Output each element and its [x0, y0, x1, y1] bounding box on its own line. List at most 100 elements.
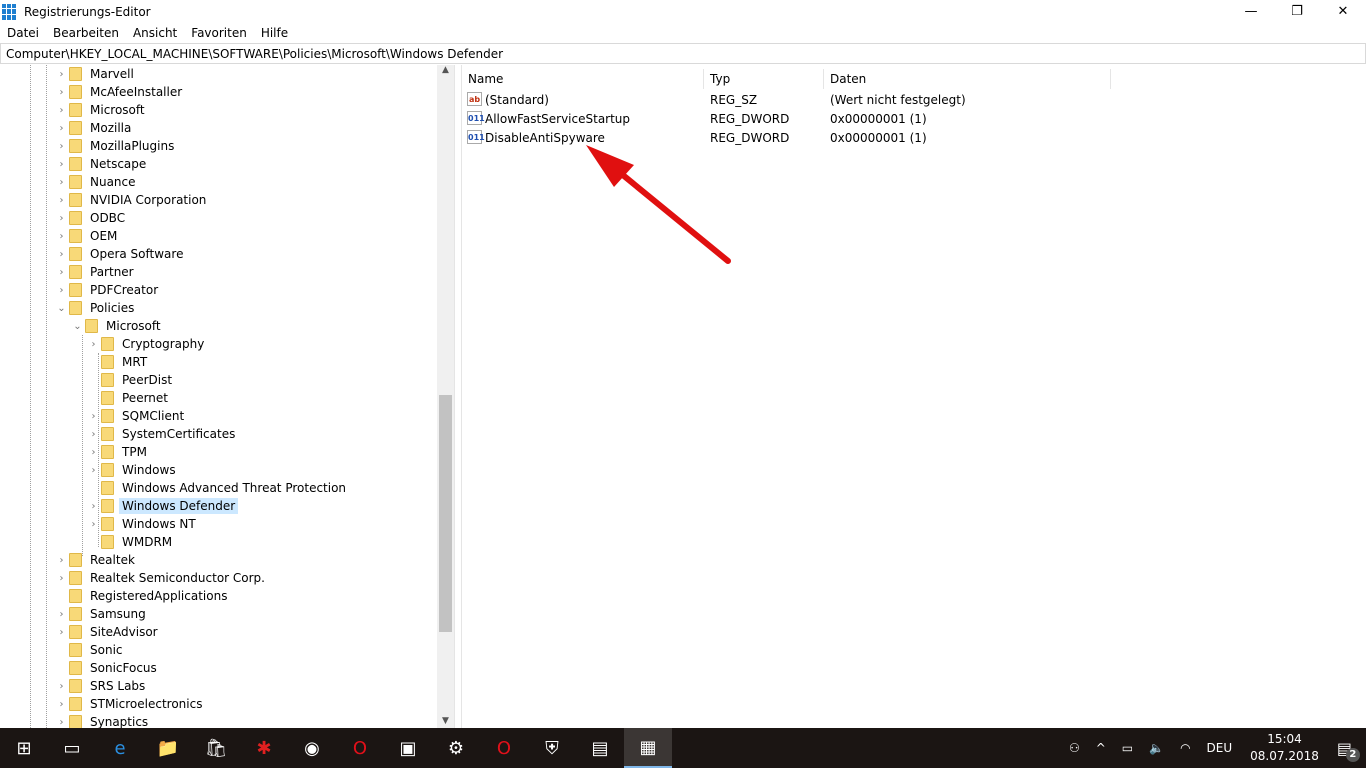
minimize-button[interactable]: —: [1228, 0, 1274, 23]
chevron-right-icon[interactable]: ›: [56, 87, 67, 98]
cmd-icon[interactable]: ▣: [384, 728, 432, 768]
chevron-right-icon[interactable]: ›: [56, 195, 67, 206]
menu-favoriten[interactable]: Favoriten: [184, 26, 254, 40]
chevron-right-icon[interactable]: ›: [88, 465, 99, 476]
scrollbar-thumb[interactable]: [439, 395, 452, 632]
address-bar[interactable]: Computer\HKEY_LOCAL_MACHINE\SOFTWARE\Pol…: [0, 43, 1366, 64]
clock[interactable]: 15:04 08.07.2018: [1250, 731, 1319, 765]
people-icon[interactable]: ⚇: [1069, 741, 1080, 755]
tree-item[interactable]: › Samsung: [56, 605, 149, 623]
chevron-right-icon[interactable]: ›: [56, 699, 67, 710]
tree-item[interactable]: › Opera Software: [56, 245, 186, 263]
close-button[interactable]: ✕: [1320, 0, 1366, 23]
chevron-right-icon[interactable]: ›: [56, 573, 67, 584]
chevron-right-icon[interactable]: ›: [56, 681, 67, 692]
tree-item[interactable]: › Windows NT: [88, 515, 199, 533]
show-hidden-icons[interactable]: ^: [1096, 741, 1106, 755]
tree-item[interactable]: › Cryptography: [88, 335, 207, 353]
opera-icon-2[interactable]: O: [480, 728, 528, 768]
menu-hilfe[interactable]: Hilfe: [254, 26, 295, 40]
tree-item[interactable]: ⌄ Microsoft: [72, 317, 164, 335]
task-view-icon[interactable]: ▭: [48, 728, 96, 768]
tree-item[interactable]: › Windows Defender: [88, 497, 239, 515]
language-indicator[interactable]: DEU: [1207, 741, 1233, 755]
tree-item[interactable]: › Netscape: [56, 155, 149, 173]
chevron-right-icon[interactable]: ›: [56, 285, 67, 296]
notes-icon[interactable]: ▤: [576, 728, 624, 768]
chevron-right-icon[interactable]: ›: [88, 429, 99, 440]
tree-item[interactable]: › McAfeeInstaller: [56, 83, 185, 101]
tree-item[interactable]: › SiteAdvisor: [56, 623, 161, 641]
chevron-right-icon[interactable]: ›: [88, 501, 99, 512]
regedit-icon[interactable]: ▦: [624, 728, 672, 768]
tree-item[interactable]: › MozillaPlugins: [56, 137, 177, 155]
tree-item[interactable]: › Partner: [56, 263, 137, 281]
maximize-button[interactable]: ❐: [1274, 0, 1320, 23]
tree-item[interactable]: PeerDist: [88, 371, 175, 389]
wifi-icon[interactable]: ◠: [1180, 741, 1190, 755]
chevron-right-icon[interactable]: ›: [56, 249, 67, 260]
tree-item[interactable]: › Nuance: [56, 173, 139, 191]
tree-item[interactable]: › SystemCertificates: [88, 425, 238, 443]
chevron-right-icon[interactable]: ›: [56, 123, 67, 134]
tree-item[interactable]: › SRS Labs: [56, 677, 148, 695]
chevron-right-icon[interactable]: ›: [56, 177, 67, 188]
settings-icon[interactable]: ⚙: [432, 728, 480, 768]
tree-item[interactable]: ⌄ Policies: [56, 299, 137, 317]
tree-item[interactable]: › TPM: [88, 443, 150, 461]
chevron-right-icon[interactable]: ›: [56, 141, 67, 152]
scroll-down-icon[interactable]: ▼: [437, 716, 454, 726]
tree-item[interactable]: RegisteredApplications: [56, 587, 230, 605]
chevron-down-icon[interactable]: ⌄: [56, 303, 67, 314]
chevron-right-icon[interactable]: ›: [56, 69, 67, 80]
menu-ansicht[interactable]: Ansicht: [126, 26, 184, 40]
tree-item[interactable]: › Realtek Semiconductor Corp.: [56, 569, 268, 587]
tree-item[interactable]: Peernet: [88, 389, 171, 407]
tree-item[interactable]: › OEM: [56, 227, 120, 245]
tree-item[interactable]: › SQMClient: [88, 407, 187, 425]
tree-item[interactable]: › Marvell: [56, 65, 137, 83]
chevron-right-icon[interactable]: ›: [56, 213, 67, 224]
battery-icon[interactable]: ▭: [1122, 741, 1133, 755]
app-icon[interactable]: ◉: [288, 728, 336, 768]
tree-item[interactable]: SonicFocus: [56, 659, 160, 677]
chevron-right-icon[interactable]: ›: [56, 627, 67, 638]
tree-item[interactable]: › Windows: [88, 461, 179, 479]
chevron-right-icon[interactable]: ›: [56, 609, 67, 620]
chevron-right-icon[interactable]: ›: [88, 411, 99, 422]
chevron-right-icon[interactable]: ›: [88, 339, 99, 350]
red-app-icon[interactable]: ✱: [240, 728, 288, 768]
scroll-up-icon[interactable]: ▲: [437, 65, 454, 75]
action-center-icon[interactable]: ▤ 2: [1337, 739, 1360, 762]
defender-icon[interactable]: ⛨: [528, 728, 576, 768]
store-icon[interactable]: 🛍: [192, 728, 240, 768]
tree-item[interactable]: › Realtek: [56, 551, 138, 569]
chevron-right-icon[interactable]: ›: [88, 447, 99, 458]
edge-icon[interactable]: e: [96, 728, 144, 768]
tree-item[interactable]: MRT: [88, 353, 150, 371]
start-icon[interactable]: ⊞: [0, 728, 48, 768]
chevron-right-icon[interactable]: ›: [56, 105, 67, 116]
volume-icon[interactable]: 🔈: [1149, 741, 1164, 755]
chevron-right-icon[interactable]: ›: [56, 267, 67, 278]
tree-item[interactable]: Sonic: [56, 641, 126, 659]
chevron-right-icon[interactable]: ›: [56, 159, 67, 170]
chevron-right-icon[interactable]: ›: [88, 519, 99, 530]
tree-item[interactable]: WMDRM: [88, 533, 175, 551]
file-explorer-icon[interactable]: 📁: [144, 728, 192, 768]
opera-icon[interactable]: O: [336, 728, 384, 768]
tree-item[interactable]: Windows Advanced Threat Protection: [88, 479, 349, 497]
tree-item[interactable]: › STMicroelectronics: [56, 695, 205, 713]
menu-bearbeiten[interactable]: Bearbeiten: [46, 26, 126, 40]
chevron-down-icon[interactable]: ⌄: [72, 321, 83, 332]
menu-datei[interactable]: Datei: [0, 26, 46, 40]
tree-item[interactable]: › Synaptics: [56, 713, 151, 728]
tree-item[interactable]: › PDFCreator: [56, 281, 161, 299]
tree-item[interactable]: › NVIDIA Corporation: [56, 191, 209, 209]
tree-item[interactable]: › ODBC: [56, 209, 128, 227]
tree-item[interactable]: › Mozilla: [56, 119, 134, 137]
chevron-right-icon[interactable]: ›: [56, 717, 67, 728]
tree-item[interactable]: › Microsoft: [56, 101, 148, 119]
chevron-right-icon[interactable]: ›: [56, 231, 67, 242]
chevron-right-icon[interactable]: ›: [56, 555, 67, 566]
